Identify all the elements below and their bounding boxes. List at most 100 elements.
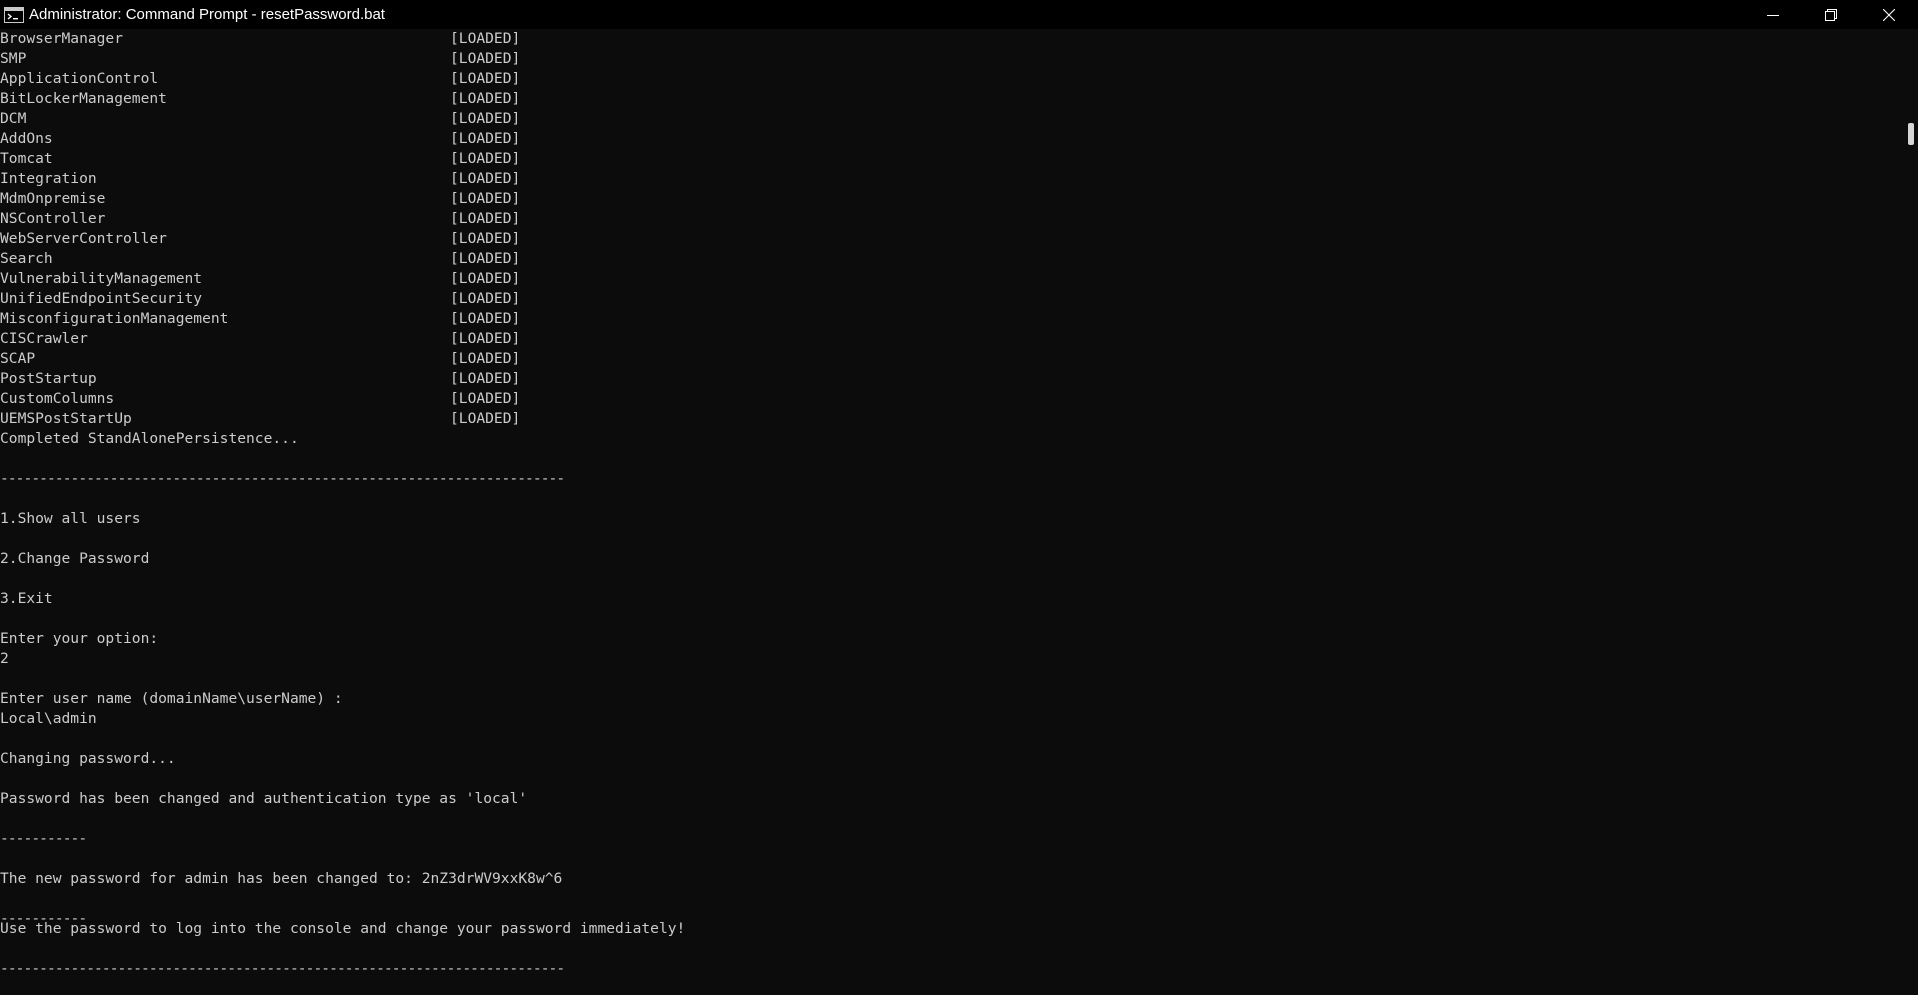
module-name: PostStartup xyxy=(0,370,97,387)
completed-message: Completed StandAlonePersistence... xyxy=(0,430,299,447)
module-name: VulnerabilityManagement xyxy=(0,270,203,287)
username-input-value: Local\admin xyxy=(0,710,97,727)
module-status: [LOADED] xyxy=(450,110,521,127)
console-line: ----------- xyxy=(0,829,1900,849)
module-status: [LOADED] xyxy=(450,230,521,247)
module-line: CISCrawler [LOADED] xyxy=(0,329,1900,349)
menu-option-1: 1.Show all users xyxy=(0,510,141,527)
minimize-icon xyxy=(1767,14,1779,16)
window-controls xyxy=(1744,0,1918,29)
module-status: [LOADED] xyxy=(450,90,521,107)
console-line: Completed StandAlonePersistence... xyxy=(0,429,1900,449)
module-name: SCAP xyxy=(0,350,36,367)
module-status: [LOADED] xyxy=(450,170,521,187)
module-name: NSController xyxy=(0,210,106,227)
module-line: CustomColumns [LOADED] xyxy=(0,389,1900,409)
console-line: ----------------------------------------… xyxy=(0,959,1900,979)
vertical-scrollbar[interactable] xyxy=(1900,29,1918,995)
minimize-button[interactable] xyxy=(1744,0,1802,29)
module-line: MdmOnpremise [LOADED] xyxy=(0,189,1900,209)
module-line: SMP [LOADED] xyxy=(0,49,1900,69)
module-status: [LOADED] xyxy=(450,130,521,147)
console-output[interactable]: BrowserManager [LOADED] SMP [LOADED] Appli… xyxy=(0,29,1900,995)
module-status: [LOADED] xyxy=(450,30,521,47)
module-name: MdmOnpremise xyxy=(0,190,106,207)
module-status: [LOADED] xyxy=(450,50,521,67)
module-line: UnifiedEndpointSecurity [LOADED] xyxy=(0,289,1900,309)
module-line: NSController [LOADED] xyxy=(0,209,1900,229)
module-line: MisconfigurationManagement [LOADED] xyxy=(0,309,1900,329)
title-bar[interactable]: Administrator: Command Prompt - resetPas… xyxy=(0,0,1918,29)
restore-button[interactable] xyxy=(1802,0,1860,29)
separator-line: ----------------------------------------… xyxy=(0,470,565,487)
close-icon xyxy=(1883,8,1895,21)
short-separator-line: ----------- xyxy=(0,830,87,847)
console-line: The new password for admin has been chan… xyxy=(0,869,1900,889)
module-name: BrowserManager xyxy=(0,30,124,47)
module-line: WebServerController [LOADED] xyxy=(0,229,1900,249)
command-prompt-window: Administrator: Command Prompt - resetPas… xyxy=(0,0,1918,995)
module-status: [LOADED] xyxy=(450,290,521,307)
console-line: ----------------------------------------… xyxy=(0,469,1900,489)
module-line: PostStartup [LOADED] xyxy=(0,369,1900,389)
module-status: [LOADED] xyxy=(450,330,521,347)
console-line: Password has been changed and authentica… xyxy=(0,789,1900,809)
module-name: AddOns xyxy=(0,130,53,147)
module-name: BitLockerManagement xyxy=(0,90,167,107)
module-status: [LOADED] xyxy=(450,390,521,407)
module-status: [LOADED] xyxy=(450,250,521,267)
instruction-message: Use the password to log into the console… xyxy=(0,920,686,937)
console-line: 3.Exit xyxy=(0,589,1900,609)
console-line: 2 xyxy=(0,649,1900,669)
module-line: Tomcat [LOADED] xyxy=(0,149,1900,169)
module-status: [LOADED] xyxy=(450,190,521,207)
console-line: 2.Change Password xyxy=(0,549,1900,569)
separator-line: ----------------------------------------… xyxy=(0,960,565,977)
module-line: SCAP [LOADED] xyxy=(0,349,1900,369)
module-line: ApplicationControl [LOADED] xyxy=(0,69,1900,89)
menu-option-2: 2.Change Password xyxy=(0,550,150,567)
module-line: VulnerabilityManagement [LOADED] xyxy=(0,269,1900,289)
module-status: [LOADED] xyxy=(450,210,521,227)
module-name: CustomColumns xyxy=(0,390,115,407)
module-status: [LOADED] xyxy=(450,270,521,287)
module-name: UEMSPostStartUp xyxy=(0,410,132,427)
console-line: Enter your option: xyxy=(0,629,1900,649)
module-line: Integration [LOADED] xyxy=(0,169,1900,189)
module-line: Search [LOADED] xyxy=(0,249,1900,269)
module-name: DCM xyxy=(0,110,27,127)
module-name: WebServerController xyxy=(0,230,167,247)
scrollbar-thumb[interactable] xyxy=(1908,123,1914,145)
module-status: [LOADED] xyxy=(450,350,521,367)
module-status: [LOADED] xyxy=(450,370,521,387)
module-name: SMP xyxy=(0,50,27,67)
module-line: DCM [LOADED] xyxy=(0,109,1900,129)
close-button[interactable] xyxy=(1860,0,1918,29)
new-password-message: The new password for admin has been chan… xyxy=(0,870,563,887)
module-status: [LOADED] xyxy=(450,410,521,427)
module-name: Tomcat xyxy=(0,150,53,167)
module-line: AddOns [LOADED] xyxy=(0,129,1900,149)
module-name: ApplicationControl xyxy=(0,70,159,87)
password-changed-message: Password has been changed and authentica… xyxy=(0,790,528,807)
console-line: Changing password... xyxy=(0,749,1900,769)
console-line: Use the password to log into the console… xyxy=(0,919,1900,939)
module-name: UnifiedEndpointSecurity xyxy=(0,290,203,307)
module-name: Search xyxy=(0,250,53,267)
cmd-icon xyxy=(4,6,24,23)
console-line: Enter user name (domainName\userName) : xyxy=(0,689,1900,709)
module-status: [LOADED] xyxy=(450,70,521,87)
console-line: ----------- xyxy=(0,909,1900,927)
